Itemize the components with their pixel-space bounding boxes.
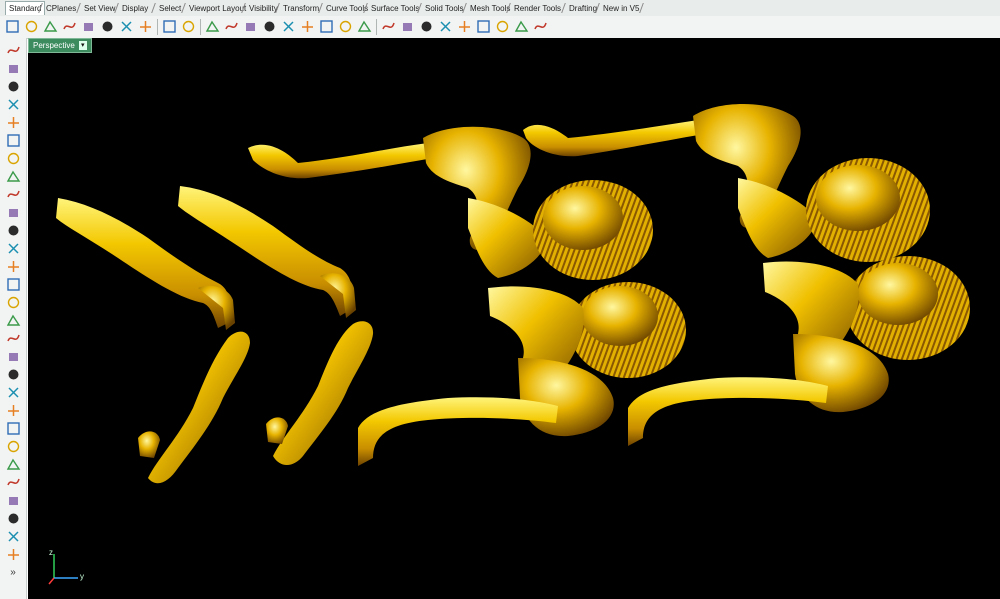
cplane-origin-icon[interactable] [356, 18, 373, 35]
arc-icon[interactable] [4, 186, 22, 202]
group-icon[interactable] [4, 492, 22, 508]
material-icon[interactable] [475, 18, 492, 35]
offset-icon[interactable] [4, 222, 22, 238]
tab-drafting[interactable]: Drafting [566, 2, 600, 15]
boolean-icon[interactable] [4, 330, 22, 346]
curve-icon[interactable] [4, 96, 22, 112]
block-icon[interactable] [4, 510, 22, 526]
tab-viewport-layout[interactable]: Viewport Layout [186, 2, 249, 15]
perspective-viewport[interactable]: Perspective ▾ y z [28, 38, 1000, 599]
extrude-icon[interactable] [4, 294, 22, 310]
point-icon[interactable] [4, 60, 22, 76]
ellipse-icon[interactable] [4, 132, 22, 148]
light-icon[interactable] [399, 18, 416, 35]
tab-display[interactable]: Display [119, 2, 151, 15]
rotate-view-icon[interactable] [204, 18, 221, 35]
environment-icon[interactable] [494, 18, 511, 35]
tab-set-view[interactable]: Set View [81, 2, 118, 15]
toolbar-tab-strip: Standard CPlanes Set View Display Select View… [0, 0, 1000, 17]
main-left-toolbar: » [0, 38, 27, 599]
tab-select[interactable]: Select [156, 2, 184, 15]
select-icon[interactable] [4, 42, 22, 58]
polygon-icon[interactable] [4, 150, 22, 166]
render-preview-icon[interactable] [456, 18, 473, 35]
trim-icon[interactable] [4, 420, 22, 436]
export-icon[interactable] [80, 18, 97, 35]
render-solid-icon[interactable] [4, 546, 22, 562]
tab-solid-tools[interactable]: Solid Tools [422, 2, 467, 15]
undo-view-icon[interactable] [299, 18, 316, 35]
polyline-icon[interactable] [4, 78, 22, 94]
viewport-title: Perspective [33, 41, 75, 50]
four-viewports-icon[interactable] [318, 18, 335, 35]
analyze-icon[interactable] [4, 402, 22, 418]
zoom-extents-icon[interactable] [261, 18, 278, 35]
box-icon[interactable] [4, 258, 22, 274]
save-icon[interactable] [42, 18, 59, 35]
help-icon[interactable] [532, 18, 549, 35]
more-icon[interactable]: » [4, 564, 22, 580]
model-scene[interactable] [28, 38, 1000, 599]
pan-icon[interactable] [180, 18, 197, 35]
circle-icon[interactable] [4, 114, 22, 130]
sphere-icon[interactable] [4, 276, 22, 292]
tab-transform[interactable]: Transform [280, 2, 322, 15]
transform-icon[interactable] [4, 528, 22, 544]
blend-icon[interactable] [4, 384, 22, 400]
render-icon[interactable] [437, 18, 454, 35]
toolbar-separator [200, 19, 201, 35]
dimension-icon[interactable] [4, 366, 22, 382]
layers-icon[interactable] [418, 18, 435, 35]
viewport-dropdown-icon[interactable]: ▾ [78, 41, 87, 50]
toolbar-separator [157, 19, 158, 35]
cplane-icon[interactable] [337, 18, 354, 35]
toolbar-separator [376, 19, 377, 35]
axis-y-label: y [80, 572, 84, 581]
options-icon[interactable] [513, 18, 530, 35]
viewport-title-tab[interactable]: Perspective ▾ [28, 38, 92, 53]
undo-icon[interactable] [161, 18, 178, 35]
lion-leg-small-1[interactable] [138, 331, 250, 484]
fillet-curve-icon[interactable] [4, 204, 22, 220]
light-bulb-icon[interactable] [4, 348, 22, 364]
zoom-icon[interactable] [223, 18, 240, 35]
surface-icon[interactable] [4, 240, 22, 256]
text-icon[interactable] [4, 474, 22, 490]
tab-mesh-tools[interactable]: Mesh Tools [467, 2, 513, 15]
copy-icon[interactable] [118, 18, 135, 35]
tab-render-tools[interactable]: Render Tools [511, 2, 564, 15]
lion-leg-small-2[interactable] [266, 321, 374, 465]
join-icon[interactable] [4, 456, 22, 472]
tab-cplanes[interactable]: CPlanes [43, 2, 79, 15]
zoom-selected-icon[interactable] [280, 18, 297, 35]
standard-toolbar [0, 16, 1000, 39]
tab-surface-tools[interactable]: Surface Tools [368, 2, 422, 15]
axis-z-label: z [49, 548, 53, 557]
paste-icon[interactable] [137, 18, 154, 35]
mesh-icon[interactable] [4, 312, 22, 328]
print-icon[interactable] [61, 18, 78, 35]
rectangle-icon[interactable] [4, 168, 22, 184]
new-icon[interactable] [4, 18, 21, 35]
split-icon[interactable] [4, 438, 22, 454]
tab-new-in-v5[interactable]: New in V5 [600, 2, 642, 15]
cut-icon[interactable] [99, 18, 116, 35]
zoom-window-icon[interactable] [242, 18, 259, 35]
named-views-icon[interactable] [380, 18, 397, 35]
open-icon[interactable] [23, 18, 40, 35]
world-axes-icon: y z [46, 548, 86, 588]
